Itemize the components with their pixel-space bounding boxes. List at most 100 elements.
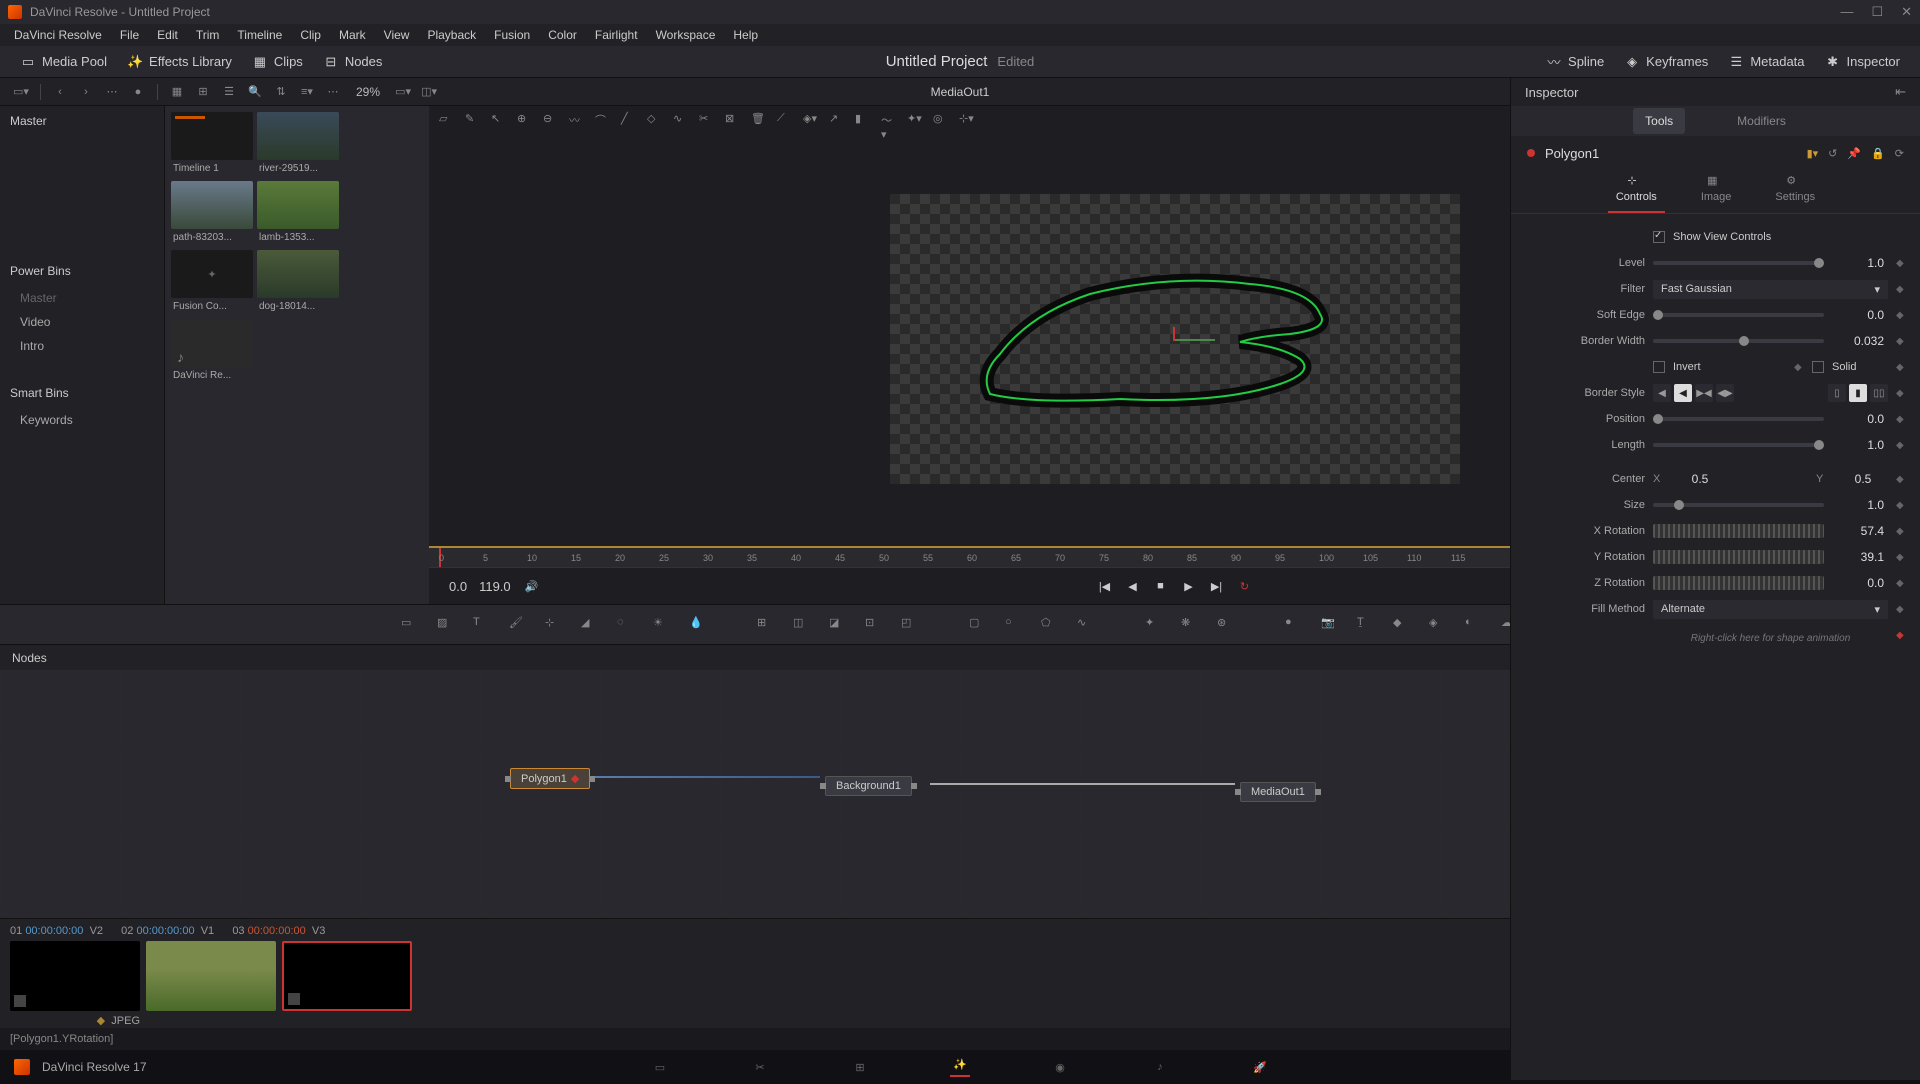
node-polygon[interactable]: Polygon1 ◆	[510, 768, 590, 789]
bspline-tool-icon[interactable]: ∿	[1077, 616, 1095, 634]
y-rotation-wheel[interactable]	[1653, 550, 1824, 564]
handle-icon[interactable]: ⟋	[777, 112, 791, 126]
filter-select[interactable]: Fast Gaussian▾	[1653, 280, 1888, 299]
pin-icon[interactable]: 📌	[1847, 147, 1861, 160]
cut-page-icon[interactable]: ✂	[750, 1057, 770, 1077]
nav-fwd-icon[interactable]: ›	[77, 83, 95, 101]
fit-icon[interactable]: ▭▾	[394, 83, 412, 101]
inspector-subtab-image[interactable]: ▦Image	[1693, 170, 1740, 213]
thumb-view-icon[interactable]: ▦	[168, 83, 186, 101]
inspector-subtab-settings[interactable]: ⚙Settings	[1767, 170, 1823, 213]
colorcorrect-tool-icon[interactable]: ◢	[581, 616, 599, 634]
cut-icon[interactable]: ✂	[699, 112, 713, 126]
prender-tool-icon[interactable]: ❋	[1181, 616, 1199, 634]
bin-dropdown-icon[interactable]: ▭▾	[12, 83, 30, 101]
spline-button[interactable]: 〰Spline	[1536, 50, 1614, 74]
shape3d-tool-icon[interactable]: ◆	[1393, 616, 1411, 634]
border-style-button[interactable]: ◀	[1674, 384, 1692, 402]
menu-item[interactable]: Clip	[292, 26, 329, 44]
clips-button[interactable]: ▦Clips	[242, 50, 313, 74]
level-slider[interactable]	[1653, 261, 1824, 265]
light-tool-icon[interactable]: ◐	[1465, 616, 1483, 634]
text-tool-icon[interactable]: T	[473, 616, 491, 634]
inspector-tab-tools[interactable]: Tools	[1633, 108, 1685, 134]
nodes-button[interactable]: ⊟Nodes	[313, 50, 393, 74]
clip-thumb[interactable]	[146, 941, 276, 1011]
lock-icon[interactable]: 🔒	[1871, 147, 1885, 160]
keyframe-icon[interactable]: ◆	[1896, 552, 1906, 563]
bin-item[interactable]: Keywords	[0, 408, 164, 432]
node-input-port[interactable]	[505, 776, 511, 782]
pointer-icon[interactable]: ▱	[439, 112, 453, 126]
shape-anim-hint[interactable]: Right-click here for shape animation	[1653, 633, 1888, 644]
media-item[interactable]: lamb-1353...	[257, 181, 339, 246]
breadcrumb-icon[interactable]: ⋯	[103, 83, 121, 101]
remove-point-icon[interactable]: ⊖	[543, 112, 557, 126]
effects-library-button[interactable]: ✨Effects Library	[117, 50, 242, 74]
border-cap-button[interactable]: ▯	[1828, 384, 1846, 402]
menu-item[interactable]: Help	[725, 26, 766, 44]
menu-item[interactable]: Edit	[149, 26, 186, 44]
media-item[interactable]: river-29519...	[257, 112, 339, 177]
border-width-value[interactable]: 0.032	[1832, 334, 1888, 348]
menu-item[interactable]: Playback	[419, 26, 484, 44]
length-value[interactable]: 1.0	[1832, 438, 1888, 452]
x-rotation-value[interactable]: 57.4	[1832, 524, 1888, 538]
more-icon[interactable]: ⋯	[324, 83, 342, 101]
size-value[interactable]: 1.0	[1832, 498, 1888, 512]
media-item[interactable]: DaVinci Re...	[171, 319, 253, 384]
position-slider[interactable]	[1653, 417, 1824, 421]
onion-icon[interactable]: ◎	[933, 112, 947, 126]
media-pool-button[interactable]: ▭Media Pool	[10, 50, 117, 74]
resize-tool-icon[interactable]: ⊡	[865, 616, 883, 634]
clip-thumb[interactable]	[282, 941, 412, 1011]
filter-icon[interactable]: ≡▾	[298, 83, 316, 101]
clip-thumb[interactable]	[10, 941, 140, 1011]
node-background[interactable]: Background1	[825, 776, 912, 796]
reset-icon[interactable]: ↺	[1828, 147, 1837, 160]
paint-tool-icon[interactable]: 🖌	[509, 616, 527, 634]
loop-icon[interactable]: ↻	[1236, 577, 1254, 595]
keyframe-icon[interactable]: ◆	[1896, 500, 1906, 511]
smart-bins-header[interactable]: Smart Bins	[0, 378, 164, 408]
menu-item[interactable]: Trim	[188, 26, 228, 44]
pemitter-tool-icon[interactable]: ⊛	[1217, 616, 1235, 634]
record-icon[interactable]: ●	[129, 83, 147, 101]
inspector-button[interactable]: ✱Inspector	[1815, 50, 1910, 74]
blur-tool-icon[interactable]: ◌	[617, 616, 635, 634]
menu-item[interactable]: View	[376, 26, 418, 44]
sort-icon[interactable]: ⇅	[272, 83, 290, 101]
y-rotation-value[interactable]: 39.1	[1832, 550, 1888, 564]
menu-item[interactable]: Fairlight	[587, 26, 646, 44]
minimize-icon[interactable]: —	[1840, 4, 1853, 20]
keyframe-icon[interactable]: ◆	[1896, 336, 1906, 347]
border-style-button[interactable]: ◀	[1653, 384, 1671, 402]
edit-page-icon[interactable]: ⊞	[850, 1057, 870, 1077]
clip-tab[interactable]: 03 00:00:00:00 V3	[232, 925, 325, 937]
node-input-port[interactable]	[1235, 789, 1241, 795]
play-icon[interactable]: ▶	[1180, 577, 1198, 595]
border-cap-button[interactable]: ▯▯	[1870, 384, 1888, 402]
ellipse-tool-icon[interactable]: ○	[1005, 616, 1023, 634]
menu-item[interactable]: Timeline	[229, 26, 290, 44]
length-slider[interactable]	[1653, 443, 1824, 447]
inspector-subtab-controls[interactable]: ⊹Controls	[1608, 170, 1665, 213]
go-start-icon[interactable]: |◀	[1096, 577, 1114, 595]
border-style-button[interactable]: ◀▶	[1716, 384, 1734, 402]
version-icon[interactable]: ▮▾	[1807, 147, 1819, 160]
keyframe-icon[interactable]: ◆	[1896, 258, 1906, 269]
bezier-icon[interactable]: ∿	[673, 112, 687, 126]
menu-item[interactable]: Fusion	[486, 26, 538, 44]
keyframe-icon[interactable]: ◆	[1896, 578, 1906, 589]
add-point-icon[interactable]: ⊕	[517, 112, 531, 126]
start-frame[interactable]: 0.0	[449, 579, 467, 594]
keyframes-button[interactable]: ◈Keyframes	[1614, 50, 1718, 74]
curve-icon[interactable]: ⌒	[595, 112, 609, 126]
bin-item[interactable]: Master	[0, 286, 164, 310]
media-item[interactable]: dog-18014...	[257, 250, 339, 315]
inspector-tab-modifiers[interactable]: Modifiers	[1725, 108, 1798, 134]
node-output-port[interactable]	[911, 783, 917, 789]
rectangle-tool-icon[interactable]: ▢	[969, 616, 987, 634]
fairlight-page-icon[interactable]: ♪	[1150, 1057, 1170, 1077]
step-back-icon[interactable]: ◀	[1124, 577, 1142, 595]
